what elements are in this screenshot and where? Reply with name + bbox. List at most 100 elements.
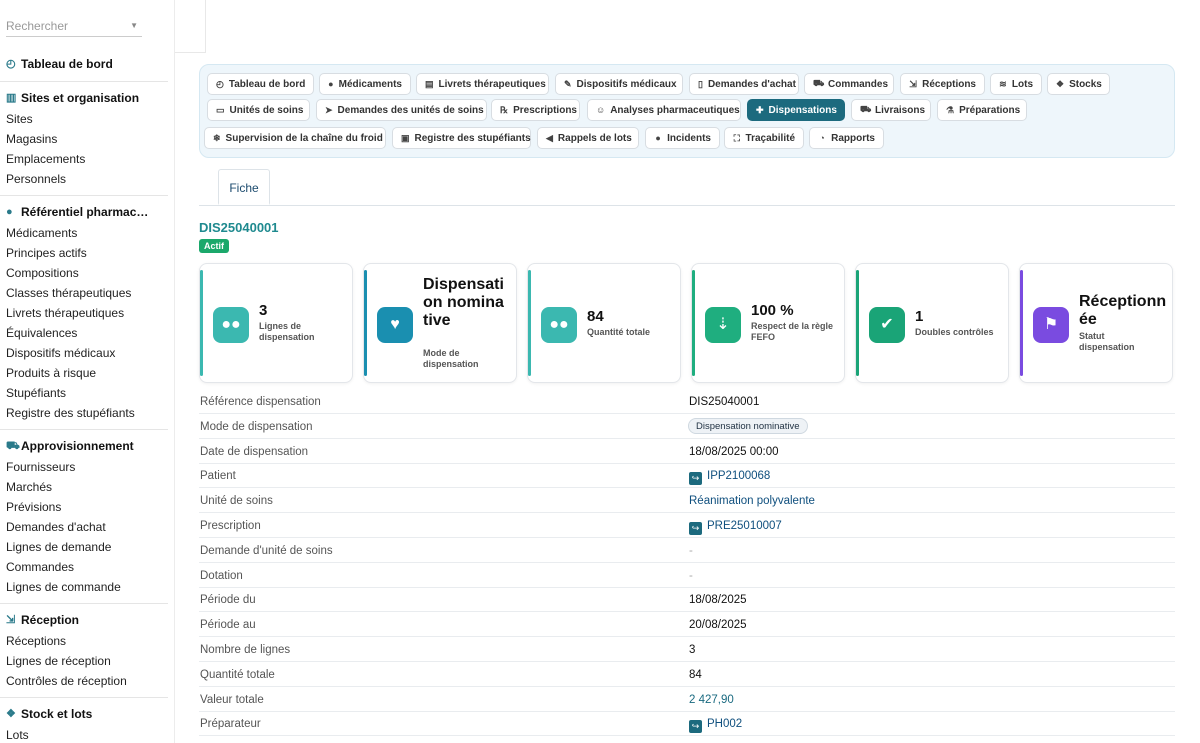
detail-link[interactable]: ↪ IPP2100068 — [689, 470, 770, 486]
detail-link[interactable]: ↪ PH002 — [689, 718, 742, 734]
detail-label: Préparateur — [200, 718, 261, 731]
detail-row-dotation: Dotation - — [199, 563, 1175, 588]
sidebar-section-approvisionnement[interactable]: ⛟ Approvisionnement — [6, 439, 134, 453]
sidebar-item-compositions[interactable]: Compositions — [6, 266, 79, 280]
syringe-icon: ✎ — [564, 78, 572, 89]
hand-holding-heart-icon: ♥ — [377, 307, 413, 343]
nav-chip-receptions[interactable]: ⇲ Réceptions — [900, 73, 985, 95]
nav-chip-label: Livrets thérapeutiques — [438, 78, 546, 90]
sidebar-item-personnels[interactable]: Personnels — [6, 172, 66, 186]
open-record-icon[interactable]: ↪ — [689, 522, 702, 535]
sidebar-item-demandes-d-achat[interactable]: Demandes d'achat — [6, 520, 106, 534]
detail-link-text[interactable]: PRE25010007 — [707, 520, 782, 532]
open-record-icon[interactable]: ↪ — [689, 720, 702, 734]
kpi-card-3: ●● 84 Quantité totale — [527, 263, 681, 383]
tab-fiche[interactable]: Fiche — [218, 169, 270, 205]
sidebar-section-sites-et-organisation[interactable]: ▥ Sites et organisation — [6, 91, 139, 105]
pills-icon: ● — [6, 206, 13, 218]
card-label: Doubles contrôles — [915, 327, 994, 337]
nav-chip-commandes[interactable]: ⛟ Commandes — [804, 73, 894, 95]
sidebar-item-principes-actifs[interactable]: Principes actifs — [6, 246, 87, 260]
kpi-card-2: ♥ Dispensation nominative Mode de dispensa… — [363, 263, 517, 383]
sidebar-item-medicaments[interactable]: Médicaments — [6, 226, 77, 240]
sidebar-item-registre-des-stupefiants[interactable]: Registre des stupéfiants — [6, 406, 135, 420]
sidebar-item-previsions[interactable]: Prévisions — [6, 500, 61, 514]
detail-link-text[interactable]: IPP2100068 — [707, 470, 770, 482]
detail-value: - — [689, 544, 693, 557]
nav-chip-label: Dispensations — [768, 104, 837, 116]
sidebar-item-sites[interactable]: Sites — [6, 112, 33, 126]
top-panel-stub — [175, 0, 206, 53]
nav-chip-livrets-therapeutiques[interactable]: ▤ Livrets thérapeutiques — [416, 73, 549, 95]
prescription-icon: ℞ — [500, 104, 509, 115]
sidebar-item-lignes-de-demande[interactable]: Lignes de demande — [6, 540, 111, 554]
nav-chip-livraisons[interactable]: ⛟ Livraisons — [851, 99, 931, 121]
sidebar-section-reception[interactable]: ⇲ Réception — [6, 613, 79, 627]
detail-label: Patient — [200, 470, 236, 483]
sidebar-item-produits-a-risque[interactable]: Produits à risque — [6, 366, 96, 380]
sidebar-item-dispositifs-medicaux[interactable]: Dispositifs médicaux — [6, 346, 115, 360]
sidebar-item-fournisseurs[interactable]: Fournisseurs — [6, 460, 75, 474]
detail-link[interactable]: ↪ PRE25010007 — [689, 520, 782, 535]
card-value: 1 — [915, 308, 924, 325]
cubes-icon: ❖ — [1056, 78, 1065, 89]
detail-label: Prescription — [200, 520, 261, 532]
sidebar-item-stupefiants[interactable]: Stupéfiants — [6, 386, 66, 400]
detail-label: Mode de dispensation — [200, 420, 313, 433]
sidebar-section-title: Réception — [21, 613, 80, 627]
sidebar-item-classes-therapeutiques[interactable]: Classes thérapeutiques — [6, 286, 131, 300]
detail-label: Période au — [200, 619, 256, 632]
sidebar-item-lignes-de-commande[interactable]: Lignes de commande — [6, 580, 121, 594]
sidebar-item-marches[interactable]: Marchés — [6, 480, 52, 494]
nav-chip-registre-des-stupefiants[interactable]: ▣ Registre des stupéfiants — [392, 127, 531, 149]
sort-down-icon: ⇣ — [705, 307, 741, 343]
nav-chip-supervision-de-la-chaine-du-froid[interactable]: ❄ Supervision de la chaîne du froid — [204, 127, 386, 149]
nav-chip-unites-de-soins[interactable]: ▭ Unités de soins — [207, 99, 310, 121]
sidebar-item-controles-de-reception[interactable]: Contrôles de réception — [6, 674, 127, 688]
sidebar-item-emplacements[interactable]: Emplacements — [6, 152, 85, 166]
nav-chip-incidents[interactable]: ● Incidents — [645, 127, 720, 149]
sidebar-section-referentiel-pharmac[interactable]: ● Référentiel pharmac… — [6, 205, 148, 219]
nav-chip-dispositifs-medicaux[interactable]: ✎ Dispositifs médicaux — [555, 73, 683, 95]
sidebar-item-receptions[interactable]: Réceptions — [6, 634, 66, 648]
detail-label: Demande d'unité de soins — [200, 544, 333, 557]
detail-value[interactable]: Réanimation polyvalente — [689, 495, 815, 507]
sidebar-item-lignes-de-reception[interactable]: Lignes de réception — [6, 654, 111, 668]
chevron-down-icon[interactable]: ▼ — [130, 15, 138, 37]
dispensation-mode-pill: Dispensation nominative — [688, 417, 808, 434]
kpi-card-6: ⚑ Réceptionnée Statut dispensation — [1019, 263, 1173, 383]
sidebar-item-livrets-therapeutiques[interactable]: Livrets thérapeutiques — [6, 306, 124, 320]
nav-chip-rappels-de-lots[interactable]: ◀ Rappels de lots — [537, 127, 639, 149]
nav-chip-demandes-des-unites-de-soins[interactable]: ➤ Demandes des unités de soins — [316, 99, 487, 121]
nav-chip-tableau-de-bord[interactable]: ◴ Tableau de bord — [207, 73, 314, 95]
nav-chip-medicaments[interactable]: ● Médicaments — [319, 73, 411, 95]
card-accent-bar — [1020, 270, 1023, 376]
sidebar-item-commandes[interactable]: Commandes — [6, 560, 74, 574]
detail-row-patient: Patient ↪ IPP2100068 — [199, 463, 1175, 489]
nav-chip-lots[interactable]: ≋ Lots — [990, 73, 1042, 95]
search-select[interactable]: Rechercher ▼ — [6, 15, 142, 37]
sidebar-item-magasins[interactable]: Magasins — [6, 132, 57, 146]
nav-chip-preparations[interactable]: ⚗ Préparations — [937, 99, 1027, 121]
sidebar-item-dashboard[interactable]: ◴ Tableau de bord — [6, 57, 113, 71]
open-record-icon[interactable]: ↪ — [689, 472, 702, 486]
snowflake-icon: ❄ — [213, 132, 221, 143]
detail-row-preparateur: Préparateur ↪ PH002 — [199, 711, 1175, 737]
nav-chip-tracabilite[interactable]: ⛶ Traçabilité — [724, 127, 804, 149]
detail-label: Référence dispensation — [200, 396, 321, 408]
sidebar-divider — [0, 697, 168, 698]
detail-link-text[interactable]: PH002 — [707, 718, 742, 730]
nav-chip-analyses-pharmaceutiques[interactable]: ☺ Analyses pharmaceutiques — [587, 99, 741, 121]
sidebar-section-stock-et-lots[interactable]: ❖ Stock et lots — [6, 707, 92, 721]
sidebar-item-equivalences[interactable]: Équivalences — [6, 326, 77, 340]
card-label: Mode de dispensation — [423, 348, 479, 369]
sidebar-item-lots[interactable]: Lots — [6, 728, 29, 742]
nav-chip-label: Médicaments — [338, 78, 402, 90]
nav-chip-dispensations[interactable]: ✚ Dispensations — [747, 99, 845, 121]
nav-chip-demandes-d-achat[interactable]: ▯ Demandes d'achat — [689, 73, 799, 95]
detail-row-prescription: Prescription ↪ PRE25010007 — [199, 513, 1175, 538]
nav-chip-prescriptions[interactable]: ℞ Prescriptions — [491, 99, 580, 121]
nav-chip-stocks[interactable]: ❖ Stocks — [1047, 73, 1110, 95]
mortar-icon: ⚗ — [946, 104, 955, 115]
nav-chip-rapports[interactable]: ◔ Rapports — [809, 127, 884, 149]
